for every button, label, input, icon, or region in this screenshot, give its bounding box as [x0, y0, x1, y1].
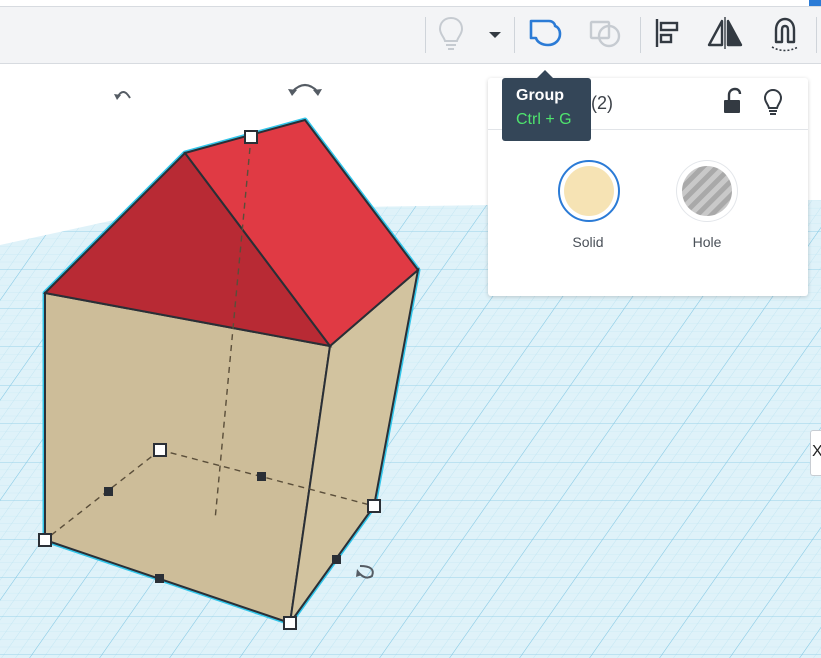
corner-handle [38, 533, 52, 547]
side-panel-tab-label: X [812, 443, 821, 460]
mirror-icon [705, 16, 745, 55]
edge-handle [332, 555, 341, 564]
group-tooltip: Group Ctrl + G [502, 78, 591, 141]
mirror-button[interactable] [700, 7, 750, 63]
solid-color-fill [564, 166, 614, 216]
toolbar-separator [425, 17, 426, 53]
tooltip-shortcut: Ctrl + G [516, 111, 572, 128]
lock-button[interactable] [720, 87, 746, 117]
group-button[interactable] [520, 7, 570, 63]
light-bulb-icon [437, 14, 465, 57]
corner-handle [153, 443, 167, 457]
align-icon [652, 16, 682, 55]
solid-label: Solid [572, 234, 604, 250]
edge-handle [104, 487, 113, 496]
hole-swatch[interactable] [677, 161, 737, 221]
rotate-arrow-icon[interactable] [288, 83, 322, 96]
side-panel-tab[interactable]: X [810, 430, 821, 476]
cruise-button[interactable] [760, 7, 810, 63]
light-bulb-icon [760, 88, 786, 121]
edge-handle [155, 574, 164, 583]
tooltip-arrow [537, 70, 553, 78]
corner-handle [283, 616, 297, 630]
corner-handle [367, 499, 381, 513]
toolbar [0, 7, 821, 64]
ungroup-button[interactable] [580, 7, 630, 63]
edge-handle [257, 472, 266, 481]
align-button[interactable] [645, 7, 689, 63]
solid-swatch[interactable] [558, 160, 620, 222]
ungroup-icon [587, 16, 623, 55]
hole-pattern [682, 166, 732, 216]
chevron-down-icon [488, 26, 502, 44]
hole-label: Hole [692, 234, 722, 250]
visibility-dropdown-button[interactable] [480, 7, 510, 63]
tooltip-title: Group [516, 87, 564, 104]
toolbar-separator [816, 17, 817, 53]
light-bulb-button[interactable] [430, 7, 472, 63]
group-icon [527, 16, 563, 55]
rotate-arrow-icon[interactable] [114, 91, 131, 100]
panel-light-bulb-button[interactable] [760, 87, 786, 117]
unlock-icon [720, 87, 746, 121]
magnet-icon [766, 14, 804, 57]
height-handle [244, 130, 258, 144]
top-accent-bar [809, 0, 821, 6]
toolbar-separator [640, 17, 641, 53]
toolbar-separator [514, 17, 515, 53]
top-strip [0, 0, 821, 7]
